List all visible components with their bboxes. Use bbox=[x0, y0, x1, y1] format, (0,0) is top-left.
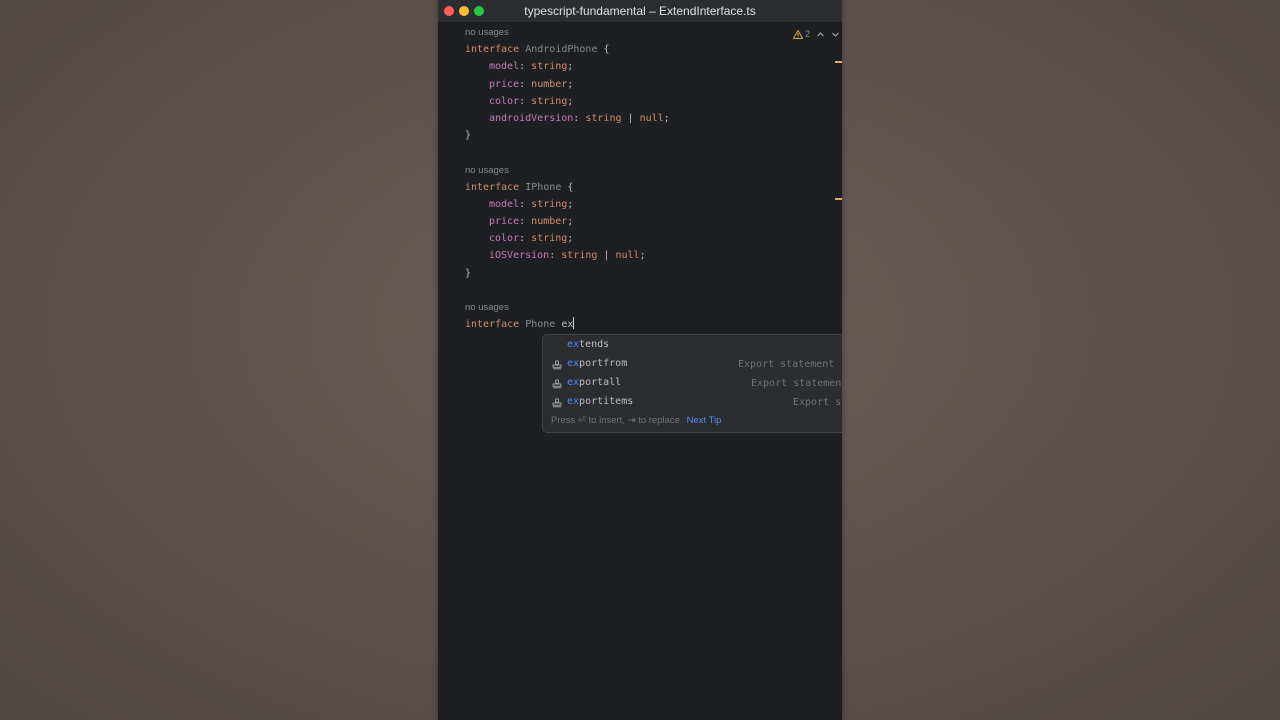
code-line-current[interactable]: interface Phone ex bbox=[465, 316, 835, 333]
property-name: price bbox=[489, 216, 520, 228]
completion-footer-text: Press ⏎ to insert, ⇥ to replace bbox=[551, 415, 680, 426]
punctuation: ; bbox=[567, 61, 574, 73]
completion-popup[interactable]: extends exportfrom Export statement expo… bbox=[542, 334, 842, 433]
completion-match-prefix: ex bbox=[567, 396, 580, 407]
completion-item-rest: tends bbox=[579, 339, 610, 350]
punctuation: : bbox=[573, 112, 580, 124]
code-hint[interactable]: no usages bbox=[465, 299, 835, 316]
type-name: string bbox=[531, 233, 568, 245]
punctuation: ; bbox=[567, 78, 574, 90]
punctuation: | bbox=[603, 250, 610, 262]
type-name: string bbox=[531, 61, 568, 73]
scrollbar-warning-marker[interactable] bbox=[835, 198, 842, 200]
window-title: typescript-fundamental – ExtendInterface… bbox=[524, 4, 756, 18]
code-editor[interactable]: no usages interface AndroidPhone { model… bbox=[465, 24, 835, 333]
code-line: } bbox=[465, 127, 835, 144]
code-line: model: string; bbox=[465, 58, 835, 75]
type-name: string bbox=[531, 198, 568, 210]
punctuation: ; bbox=[663, 112, 670, 124]
punctuation: : bbox=[519, 233, 526, 245]
code-line: } bbox=[465, 265, 835, 282]
property-name: price bbox=[489, 78, 520, 90]
title-bar[interactable]: typescript-fundamental – ExtendInterface… bbox=[438, 0, 842, 23]
completion-item-rest: portitems bbox=[579, 396, 634, 407]
completion-match-prefix: ex bbox=[567, 339, 580, 350]
template-stamp-icon bbox=[552, 360, 562, 370]
code-hint[interactable]: no usages bbox=[465, 162, 835, 179]
property-name: model bbox=[489, 198, 520, 210]
punctuation: : bbox=[519, 78, 526, 90]
code-line: color: string; bbox=[465, 93, 835, 110]
completion-item-label: extends bbox=[567, 339, 609, 350]
property-name: iOSVersion bbox=[489, 250, 550, 262]
punctuation: : bbox=[519, 95, 526, 107]
punctuation: : bbox=[519, 198, 526, 210]
code-hint[interactable]: no usages bbox=[465, 24, 835, 41]
punctuation: ; bbox=[567, 198, 574, 210]
punctuation: ; bbox=[567, 233, 574, 245]
type-name: null bbox=[615, 250, 640, 262]
template-stamp-icon bbox=[552, 379, 562, 389]
code-line: iOSVersion: string | null; bbox=[465, 247, 835, 264]
completion-item-label: exportfrom bbox=[567, 358, 627, 369]
type-name: number bbox=[531, 78, 568, 90]
next-tip-link[interactable]: Next Tip bbox=[687, 415, 722, 426]
completion-item-exportfrom[interactable]: exportfrom Export statement bbox=[543, 356, 842, 374]
completion-footer: Press ⏎ to insert, ⇥ to replace Next Tip bbox=[551, 415, 721, 426]
interface-name: Phone bbox=[525, 319, 556, 331]
keyword: interface bbox=[465, 319, 520, 331]
text-caret bbox=[573, 317, 575, 330]
scrollbar-warning-marker[interactable] bbox=[835, 61, 842, 63]
property-name: color bbox=[489, 233, 520, 245]
punctuation: : bbox=[519, 61, 526, 73]
type-name: string bbox=[561, 250, 598, 262]
code-line: interface AndroidPhone { bbox=[465, 41, 835, 58]
keyword: interface bbox=[465, 44, 520, 56]
property-name: androidVersion bbox=[489, 112, 574, 124]
type-name: number bbox=[531, 216, 568, 228]
interface-name: AndroidPhone bbox=[525, 44, 598, 56]
completion-item-extends[interactable]: extends bbox=[543, 337, 842, 355]
property-name: color bbox=[489, 95, 520, 107]
punctuation: { bbox=[567, 181, 574, 193]
code-line: color: string; bbox=[465, 230, 835, 247]
property-name: model bbox=[489, 61, 520, 73]
punctuation: ; bbox=[567, 216, 574, 228]
completion-item-exportitems[interactable]: exportitems Export statement bbox=[543, 394, 842, 412]
ide-window: typescript-fundamental – ExtendInterface… bbox=[438, 0, 842, 720]
keyword: interface bbox=[465, 181, 520, 193]
completion-item-rest: portfrom bbox=[579, 358, 628, 369]
punctuation: } bbox=[465, 130, 472, 142]
punctuation: : bbox=[549, 250, 556, 262]
completion-item-detail: Export statement bbox=[751, 378, 842, 389]
punctuation: : bbox=[519, 216, 526, 228]
completion-item-label: exportall bbox=[567, 377, 621, 388]
typed-text: ex bbox=[561, 319, 574, 331]
punctuation: { bbox=[603, 44, 610, 56]
punctuation: ; bbox=[567, 95, 574, 107]
completion-item-detail: Export statement bbox=[793, 397, 842, 408]
code-line: androidVersion: string | null; bbox=[465, 110, 835, 127]
completion-item-detail: Export statement bbox=[738, 359, 835, 370]
template-stamp-icon bbox=[552, 398, 562, 408]
code-line: interface IPhone { bbox=[465, 179, 835, 196]
code-line: price: number; bbox=[465, 213, 835, 230]
code-line: model: string; bbox=[465, 196, 835, 213]
completion-match-prefix: ex bbox=[567, 358, 580, 369]
type-name: string bbox=[585, 112, 622, 124]
interface-name: IPhone bbox=[525, 181, 562, 193]
punctuation: | bbox=[627, 112, 634, 124]
punctuation: } bbox=[465, 267, 472, 279]
code-line: price: number; bbox=[465, 76, 835, 93]
completion-item-label: exportitems bbox=[567, 396, 633, 407]
type-name: string bbox=[531, 95, 568, 107]
completion-item-exportall[interactable]: exportall Export statement bbox=[543, 375, 842, 393]
punctuation: ; bbox=[639, 250, 646, 262]
completion-item-rest: portall bbox=[579, 377, 622, 388]
completion-match-prefix: ex bbox=[567, 377, 580, 388]
type-name: null bbox=[639, 112, 664, 124]
